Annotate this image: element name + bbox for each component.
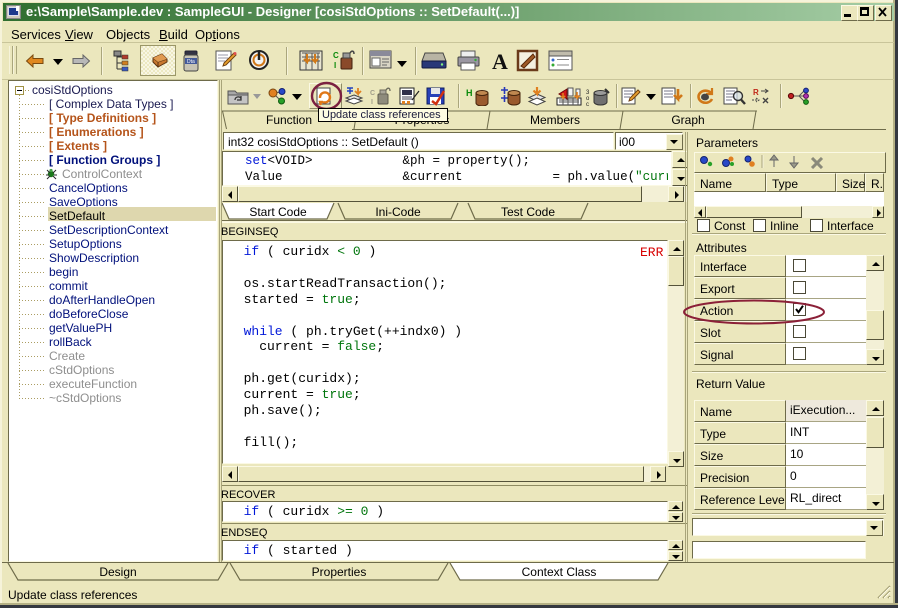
svg-text:H: H xyxy=(466,88,473,98)
svg-text:c: c xyxy=(586,102,589,106)
svg-text:Dta: Dta xyxy=(187,59,195,65)
svg-text:A: A xyxy=(492,49,508,74)
svg-text:I: I xyxy=(371,99,373,106)
svg-text:C: C xyxy=(370,90,375,97)
svg-text:R: R xyxy=(753,88,759,97)
svg-text:C: C xyxy=(333,51,339,60)
svg-text:I: I xyxy=(334,61,336,70)
